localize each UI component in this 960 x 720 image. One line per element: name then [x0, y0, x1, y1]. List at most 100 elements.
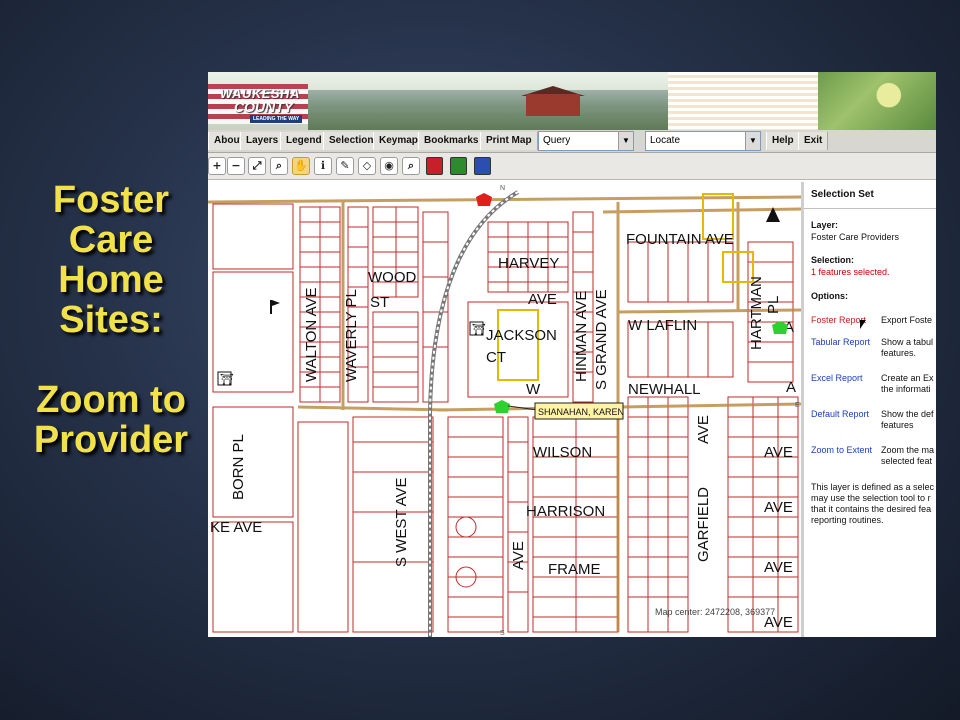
- selection-count: 1 features selected.: [811, 267, 890, 277]
- map-canvas[interactable]: FOUNTAIN AVE HARVEY AVE WOOD ST JACKSON …: [208, 182, 801, 637]
- map-view[interactable]: FOUNTAIN AVE HARVEY AVE WOOD ST JACKSON …: [208, 182, 804, 637]
- svg-text:⛩: ⛩: [472, 323, 486, 336]
- street-label: FRAME: [548, 561, 601, 578]
- chevron-down-icon: ▼: [745, 132, 760, 150]
- layer-label: Layer:: [811, 220, 839, 230]
- option-description: features.: [881, 348, 917, 358]
- option-description: Create an Ex: [881, 373, 934, 383]
- street-label: KE AVE: [210, 519, 262, 536]
- menu-layers[interactable]: Layers: [240, 132, 285, 150]
- selection-label: Selection:: [811, 255, 855, 265]
- layer-value: Foster Care Providers: [811, 232, 900, 242]
- street-label: WILSON: [533, 444, 592, 461]
- street-label: HARVEY: [498, 255, 559, 272]
- compass-n-label[interactable]: N: [500, 185, 505, 192]
- compass-s-label[interactable]: S: [500, 630, 505, 637]
- street-label-vertical: BORN PL: [230, 434, 247, 500]
- gis-app-window: WAUKESHA COUNTY LEADING THE WAY About La…: [208, 72, 936, 637]
- street-label-vertical: HINMAN AVE: [573, 291, 590, 382]
- zoom-to-extent-link[interactable]: Zoom to Extent: [811, 445, 872, 455]
- title-line: Care: [68, 219, 154, 261]
- street-label: ST: [370, 294, 389, 311]
- menu-help[interactable]: Help: [766, 132, 800, 150]
- county-logo: WAUKESHA COUNTY LEADING THE WAY: [220, 86, 305, 123]
- svg-text:⛩: ⛩: [220, 373, 234, 386]
- zoom-in-icon[interactable]: +: [208, 157, 226, 175]
- street-label: AVE: [764, 499, 793, 516]
- provider-callout-label: SHANAHAN, KAREN: [538, 407, 624, 417]
- street-label-vertical: PL: [765, 296, 782, 314]
- eye-icon[interactable]: ◉: [380, 157, 398, 175]
- menu-bar: About Layers Legend Selection Keymap Boo…: [208, 130, 936, 153]
- map-toolbar: + − ⤢ ⌕ ✋ ℹ ✎ ◇ ◉ ⌕: [208, 153, 936, 180]
- compass-e-label[interactable]: E: [795, 402, 800, 409]
- flowers-image: [818, 72, 936, 130]
- query-select[interactable]: Query ▼: [538, 131, 634, 151]
- menu-legend[interactable]: Legend: [280, 132, 328, 150]
- option-description: Zoom the ma: [881, 445, 935, 455]
- menu-print-map[interactable]: Print Map: [480, 132, 538, 150]
- street-label: WOOD: [368, 269, 416, 286]
- street-label-vertical: WAVERLY PL: [343, 289, 360, 382]
- street-label-vertical: S GRAND AVE: [593, 289, 610, 390]
- zoom-out-icon[interactable]: −: [227, 157, 245, 175]
- mouse-cursor-icon: [860, 320, 866, 329]
- foster-report-link[interactable]: Foster Report: [811, 315, 866, 325]
- option-description: Show a tabul: [881, 337, 934, 347]
- panel-header: Selection Set: [811, 189, 874, 200]
- street-label: JACKSON: [486, 327, 557, 344]
- menu-bookmarks[interactable]: Bookmarks: [418, 132, 485, 150]
- title-line: Home: [58, 259, 164, 301]
- blue-cube-icon[interactable]: [474, 157, 491, 175]
- slide-title: Foster Care Home Sites: Zoom to Provider: [0, 180, 222, 460]
- street-label: AVE: [528, 291, 557, 308]
- pan-hand-icon[interactable]: ✋: [292, 157, 310, 175]
- subtitle-line: Provider: [33, 419, 189, 461]
- option-description: features: [881, 420, 914, 430]
- excel-report-link[interactable]: Excel Report: [811, 373, 863, 383]
- street-label-vertical: GARFIELD: [695, 487, 712, 562]
- picnic-icon: ⛩: [217, 371, 234, 386]
- option-description: Export Foste: [881, 315, 933, 325]
- picnic-icon: ⛩: [469, 321, 486, 336]
- title-line: Foster: [52, 179, 170, 221]
- street-label: CT: [486, 349, 506, 366]
- default-report-link[interactable]: Default Report: [811, 409, 869, 419]
- zoom-selected-icon[interactable]: ⌕: [270, 157, 288, 175]
- street-label: AVE: [764, 559, 793, 576]
- street-label: HARRISON: [526, 503, 605, 520]
- county-banner: WAUKESHA COUNTY LEADING THE WAY: [208, 72, 936, 130]
- subtitle-line: Zoom to: [36, 379, 186, 421]
- tabular-report-link[interactable]: Tabular Report: [811, 337, 870, 347]
- street-label-vertical: WALTON AVE: [303, 288, 320, 382]
- selection-set-panel: Selection Set Layer: Foster Care Provide…: [804, 182, 936, 637]
- title-line: Sites:: [59, 299, 163, 341]
- measure-icon[interactable]: ✎: [336, 157, 354, 175]
- street-label-vertical: AVE: [510, 541, 527, 570]
- options-label: Options:: [811, 291, 848, 301]
- erase-icon[interactable]: ◇: [358, 157, 376, 175]
- full-extent-icon[interactable]: ⤢: [248, 157, 266, 175]
- option-description: the informati: [881, 384, 931, 394]
- option-description: Show the def: [881, 409, 934, 419]
- green-cube-icon[interactable]: [450, 157, 467, 175]
- red-cube-icon[interactable]: [426, 157, 443, 175]
- identify-icon[interactable]: ℹ: [314, 157, 332, 175]
- street-label: A: [786, 379, 796, 396]
- map-center-readout: Map center: 2472208, 369377: [655, 607, 775, 617]
- street-label: FOUNTAIN AVE: [626, 231, 734, 248]
- barn-image: [526, 94, 580, 116]
- street-label: AVE: [764, 444, 793, 461]
- street-label: W: [526, 381, 541, 398]
- chevron-down-icon: ▼: [618, 132, 633, 150]
- menu-exit[interactable]: Exit: [798, 132, 829, 150]
- street-label: W LAFLIN: [628, 317, 697, 334]
- layer-note: This layer is defined as a selec may use…: [811, 482, 935, 525]
- street-label: NEWHALL: [628, 381, 701, 398]
- find-icon[interactable]: ⌕: [402, 157, 420, 175]
- option-description: selected feat: [881, 456, 933, 466]
- locate-select[interactable]: Locate ▼: [645, 131, 761, 151]
- menu-keymap[interactable]: Keymap: [373, 132, 424, 150]
- street-label-vertical: AVE: [695, 415, 712, 444]
- menu-selection[interactable]: Selection: [323, 132, 380, 150]
